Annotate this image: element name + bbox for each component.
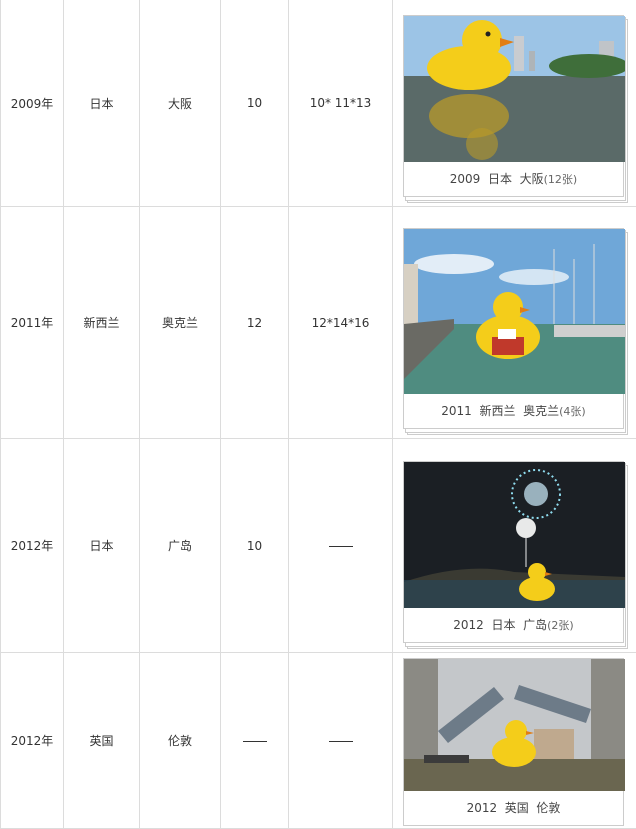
table-row: 2012年 英国 伦敦 2012 英国 伦敦 (0, 652, 636, 829)
photo-album[interactable]: 2012 英国 伦敦 (403, 658, 625, 826)
year-cell: 2011年 (0, 206, 64, 439)
album-card[interactable]: 2009 日本 大阪(12张) (403, 14, 625, 197)
table-row: 2012年 日本 广岛 10 2012 日本 广岛(2张) (0, 438, 636, 653)
city-cell: 广岛 (139, 438, 221, 653)
album-card[interactable]: 2011 新西兰 奥克兰(4张) (403, 228, 625, 429)
gallery-cell: 2012 英国 伦敦 (392, 652, 636, 829)
album-caption[interactable]: 2012 英国 伦敦 (404, 791, 623, 825)
photo-album[interactable]: 2009 日本 大阪(12张) (403, 14, 628, 203)
dimensions-cell (288, 438, 393, 653)
height-cell: 10 (220, 438, 289, 653)
duck-marina-photo[interactable] (404, 229, 625, 394)
year-cell: 2012年 (0, 438, 64, 653)
duck-tour-table: 2009年 日本 大阪 10 10* 11*13 2009 日本 大阪(12张)… (0, 0, 636, 829)
country-cell: 英国 (63, 652, 140, 829)
album-card[interactable]: 2012 日本 广岛(2张) (403, 460, 625, 643)
photo-album[interactable]: 2012 日本 广岛(2张) (403, 460, 628, 649)
height-cell: 10 (220, 0, 289, 207)
empty-dash (328, 545, 353, 547)
album-caption[interactable]: 2009 日本 大阪(12张) (404, 162, 623, 196)
gallery-cell: 2012 日本 广岛(2张) (392, 438, 636, 653)
height-cell (220, 652, 289, 829)
year-cell: 2009年 (0, 0, 64, 207)
city-cell: 大阪 (139, 0, 221, 207)
duck-fireworks-photo[interactable] (404, 461, 625, 608)
country-cell: 新西兰 (63, 206, 140, 439)
duck-harbor-photo[interactable] (404, 15, 625, 162)
table-row: 2009年 日本 大阪 10 10* 11*13 2009 日本 大阪(12张) (0, 0, 636, 207)
height-cell: 12 (220, 206, 289, 439)
city-cell: 伦敦 (139, 652, 221, 829)
dimensions-cell: 10* 11*13 (288, 0, 393, 207)
country-cell: 日本 (63, 438, 140, 653)
album-caption[interactable]: 2011 新西兰 奥克兰(4张) (404, 394, 623, 428)
dimensions-cell: 12*14*16 (288, 206, 393, 439)
year-cell: 2012年 (0, 652, 64, 829)
table-row: 2011年 新西兰 奥克兰 12 12*14*16 2011 新西兰 奥克兰(4… (0, 206, 636, 439)
city-cell: 奥克兰 (139, 206, 221, 439)
photo-album[interactable]: 2011 新西兰 奥克兰(4张) (403, 228, 628, 435)
country-cell: 日本 (63, 0, 140, 207)
dimensions-cell (288, 652, 393, 829)
empty-dash (242, 740, 267, 742)
empty-dash (328, 740, 353, 742)
duck-towerbridge-photo[interactable] (404, 659, 625, 791)
album-card[interactable]: 2012 英国 伦敦 (403, 658, 625, 826)
album-caption[interactable]: 2012 日本 广岛(2张) (404, 608, 623, 642)
gallery-cell: 2009 日本 大阪(12张) (392, 0, 636, 207)
gallery-cell: 2011 新西兰 奥克兰(4张) (392, 206, 636, 439)
